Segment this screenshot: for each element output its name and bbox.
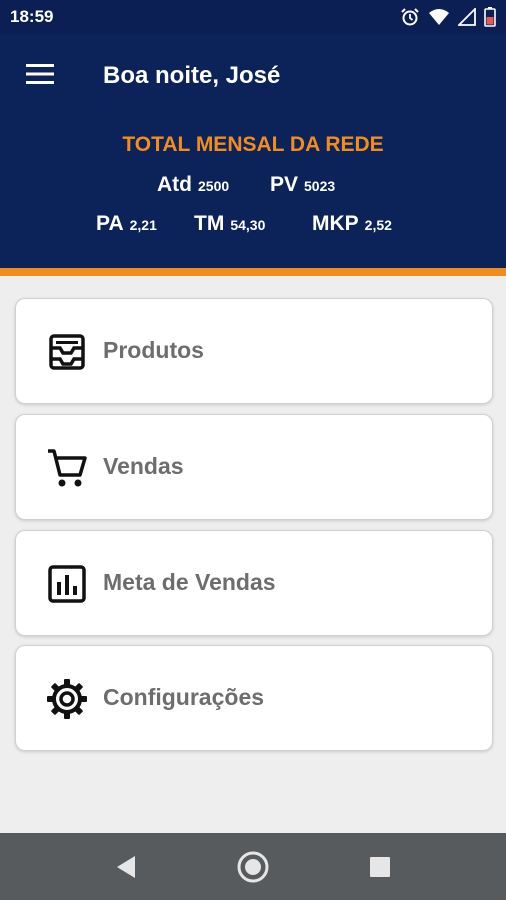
- system-nav-bar: [0, 833, 506, 900]
- status-time: 18:59: [10, 7, 54, 26]
- metric-pa: PA 2,21: [96, 212, 157, 236]
- gear-icon: [47, 679, 87, 719]
- metric-label: PA: [96, 212, 124, 235]
- metric-value: 2500: [198, 178, 230, 194]
- metric-label: TM: [194, 212, 225, 235]
- metric-atd: Atd 2500: [157, 173, 229, 197]
- home-button[interactable]: [233, 849, 273, 885]
- signal-icon: [458, 8, 476, 26]
- menu-card-produtos[interactable]: Produtos: [15, 298, 493, 404]
- alarm-icon: [401, 8, 419, 26]
- metric-pv: PV 5023: [270, 173, 335, 197]
- bar-chart-icon: [48, 565, 86, 603]
- metric-value: 54,30: [230, 217, 266, 233]
- header-accent-stripe: [0, 268, 506, 276]
- metric-label: PV: [270, 173, 299, 196]
- menu-card-label: Meta de Vendas: [103, 569, 276, 595]
- metric-tm: TM 54,30: [194, 212, 265, 236]
- recents-icon: [370, 857, 390, 877]
- back-icon: [117, 856, 135, 878]
- battery-icon: [484, 7, 496, 27]
- inbox-tray-icon: [49, 334, 85, 370]
- menu-card-label: Configurações: [103, 684, 265, 710]
- menu-card-meta-de-vendas[interactable]: Meta de Vendas: [15, 530, 493, 636]
- metric-mkp: MKP 2,52: [312, 212, 392, 236]
- summary-title: TOTAL MENSAL DA REDE: [122, 133, 384, 156]
- menu-card-vendas[interactable]: Vendas: [15, 414, 493, 520]
- status-icons: [400, 7, 496, 27]
- page-title: Boa noite, José: [103, 62, 281, 89]
- menu-card-configuracoes[interactable]: Configurações: [15, 645, 493, 751]
- back-button[interactable]: [106, 849, 146, 885]
- metric-value: 5023: [304, 178, 336, 194]
- menu-card-label: Produtos: [103, 337, 204, 363]
- shopping-cart-icon: [48, 449, 87, 487]
- hamburger-menu-icon: [26, 64, 54, 84]
- metric-label: MKP: [312, 212, 359, 235]
- home-icon: [237, 851, 269, 883]
- wifi-icon: [429, 9, 449, 25]
- status-bar: 18:59: [0, 0, 506, 34]
- metric-value: 2,52: [364, 217, 392, 233]
- metric-label: Atd: [157, 173, 192, 196]
- metric-value: 2,21: [129, 217, 157, 233]
- recents-button[interactable]: [360, 849, 400, 885]
- menu-button[interactable]: [26, 62, 54, 86]
- menu-card-label: Vendas: [103, 453, 184, 479]
